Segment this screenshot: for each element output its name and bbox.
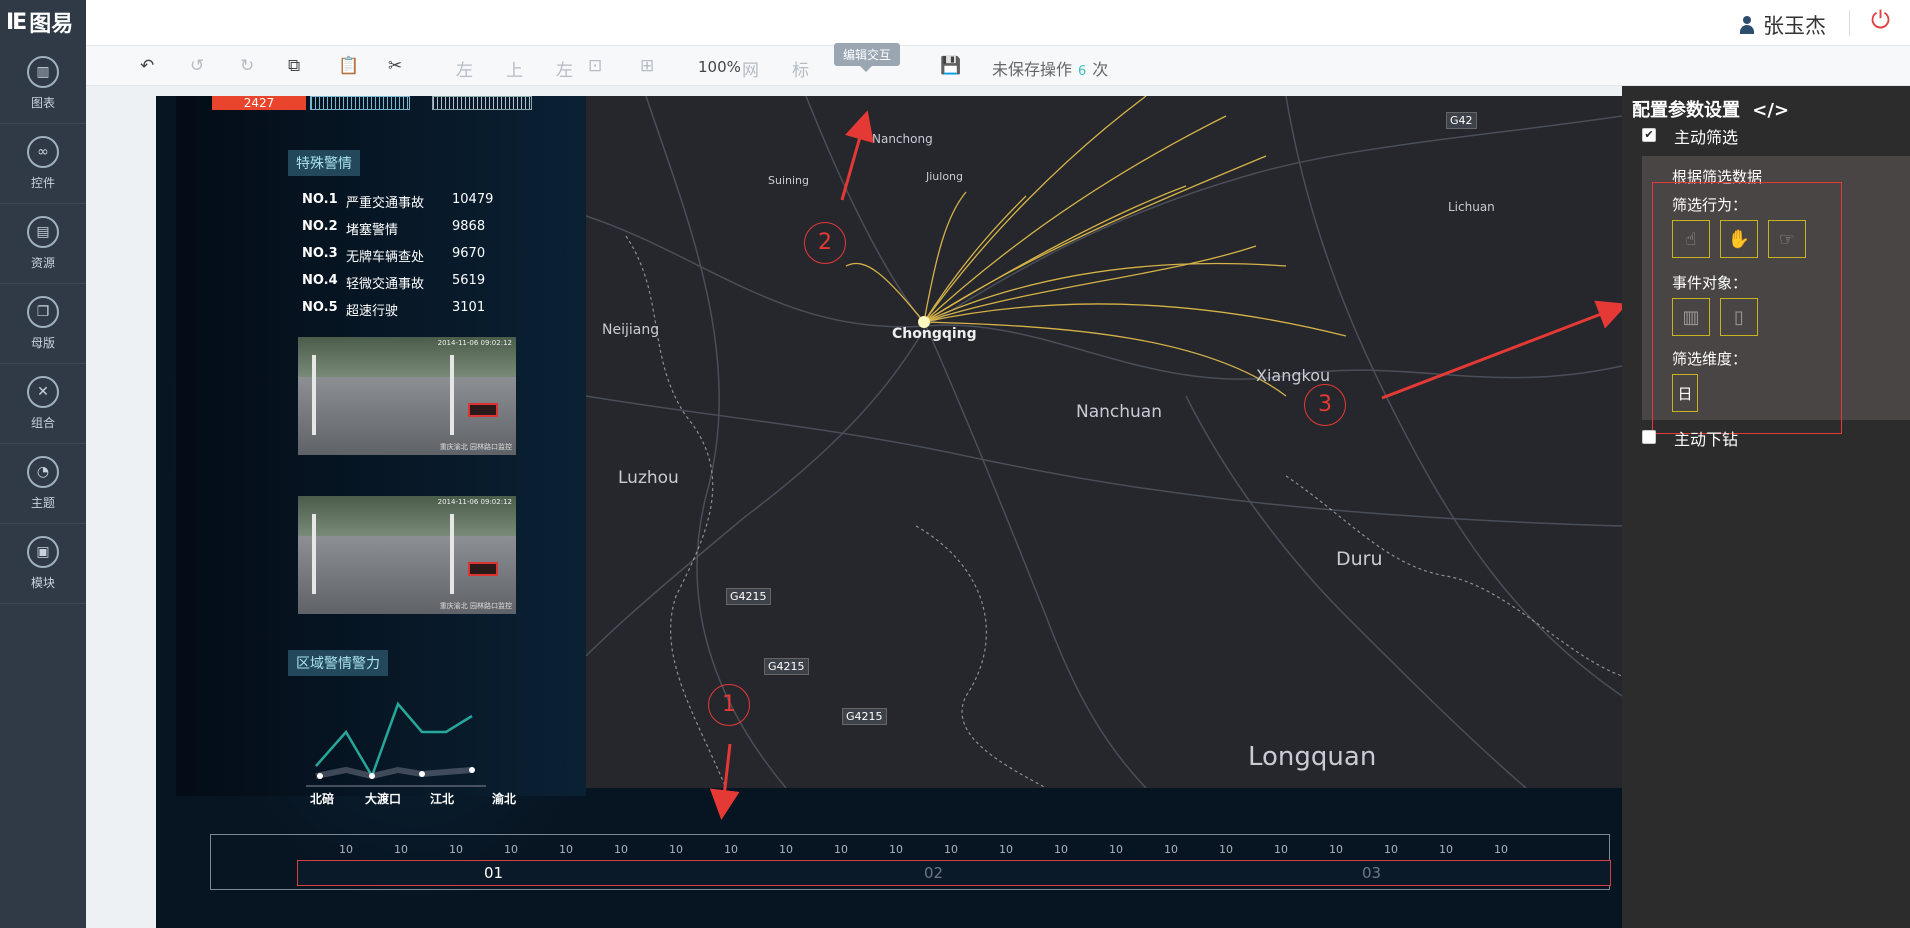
panel-title: 配置参数设置 </> [1632, 96, 1789, 122]
active-drill-label: 主动下钻 [1674, 430, 1739, 449]
annotation-highlight-box [1652, 182, 1842, 434]
active-drill-checkbox[interactable] [1642, 430, 1656, 444]
code-icon[interactable]: </> [1752, 100, 1789, 121]
config-panel: 配置参数设置 </> ✔ 主动筛选 根据筛选数据 筛选行为： ☝ ✋ ☞ 事件对… [1622, 86, 1910, 928]
panel-title-text: 配置参数设置 [1632, 100, 1740, 121]
active-filter-checkbox[interactable]: ✔ [1642, 128, 1656, 142]
active-filter-label: 主动筛选 [1674, 128, 1739, 147]
